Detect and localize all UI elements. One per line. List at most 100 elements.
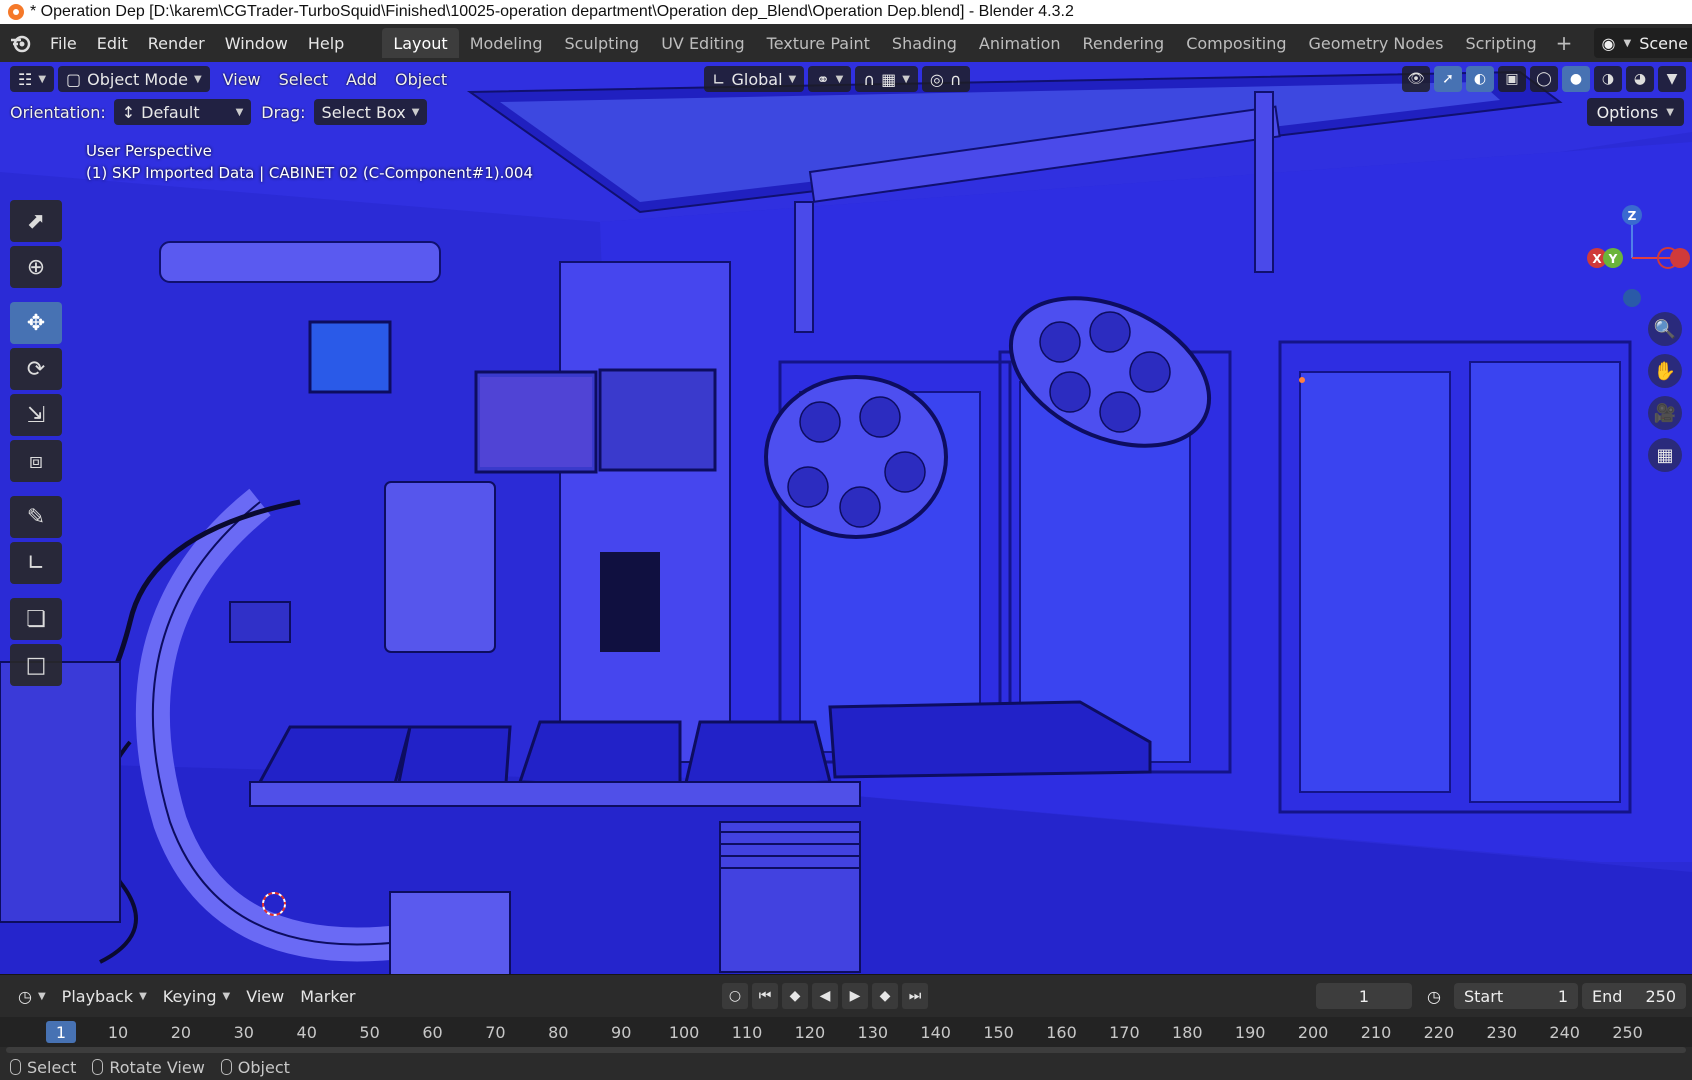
menu-object[interactable]: Object — [386, 66, 456, 92]
tab-sculpting[interactable]: Sculpting — [553, 28, 650, 58]
transform-orientation-selector[interactable]: ∟ Global ▼ — [704, 66, 805, 92]
scene-selector[interactable]: ◉ ▼ Scene — [1593, 28, 1692, 58]
start-label: Start — [1464, 986, 1504, 1006]
preview-range-clock-icon[interactable]: ◷ — [1420, 983, 1448, 1009]
cursor-tool-icon[interactable]: ⊕ — [10, 246, 62, 288]
tab-animation[interactable]: Animation — [968, 28, 1072, 58]
play-icon[interactable]: ▶ — [842, 983, 868, 1009]
tab-uv-editing[interactable]: UV Editing — [650, 28, 755, 58]
tab-texture-paint[interactable]: Texture Paint — [756, 28, 881, 58]
frame-tick-label: 240 — [1549, 1023, 1580, 1042]
jump-to-start-icon[interactable]: ⏮ — [752, 983, 778, 1009]
orientation-selector[interactable]: ↕ Default ▼ — [113, 99, 252, 125]
menu-add[interactable]: Add — [337, 66, 386, 92]
ortho-grid-icon[interactable]: ▦ — [1648, 438, 1682, 472]
menu-window[interactable]: Window — [215, 28, 298, 58]
timeline-editor: ◷ ▼ Playback ▼ Keying ▼ View Marker ○ ⏮ … — [0, 974, 1692, 1054]
3d-viewport[interactable]: ☷ ▼ ▢ Object Mode ▼ View Select Add Obje… — [0, 62, 1692, 974]
gizmo-x-axis-negative[interactable] — [1670, 248, 1690, 268]
visibility-eye-icon[interactable]: 👁 — [1402, 66, 1430, 92]
end-value: 250 — [1645, 986, 1676, 1006]
select-box-tool-icon[interactable]: ⬈ — [10, 200, 62, 242]
camera-view-icon[interactable]: 🎥 — [1648, 396, 1682, 430]
overlays-toggle-icon[interactable]: ◐ — [1466, 66, 1494, 92]
drag-value: Select Box — [321, 102, 406, 122]
menu-edit[interactable]: Edit — [87, 28, 138, 58]
tab-compositing[interactable]: Compositing — [1175, 28, 1297, 58]
tab-rendering[interactable]: Rendering — [1072, 28, 1176, 58]
chevron-down-icon: ▼ — [37, 990, 46, 1002]
gizmo-toggle-icon[interactable]: ➚ — [1434, 66, 1462, 92]
scale-tool-icon[interactable]: ⇲ — [10, 394, 62, 436]
timeline-editor-type-button[interactable]: ◷ ▼ — [10, 987, 54, 1006]
next-keyframe-icon[interactable]: ◆ — [872, 983, 898, 1009]
playback-controls: ○ ⏮ ◆ ◀ ▶ ◆ ⏭ — [722, 983, 928, 1009]
scene-label: Scene — [1639, 33, 1688, 53]
menu-view[interactable]: View — [214, 66, 270, 92]
snap-button[interactable]: ∩ ▦ ▼ — [855, 66, 918, 92]
gizmo-z-negative[interactable] — [1623, 289, 1641, 307]
material-preview-icon[interactable]: ◑ — [1594, 66, 1622, 92]
proportional-edit-button[interactable]: ◎ ∩ — [921, 66, 970, 92]
frame-tick-label: 200 — [1297, 1023, 1329, 1042]
navigation-gizmo[interactable]: Z Y X — [1582, 202, 1692, 312]
status-object-label: Object — [237, 1057, 290, 1077]
frame-tick-label: 250 — [1612, 1023, 1643, 1042]
shading-options-chevron-icon[interactable]: ▼ — [1658, 66, 1686, 92]
measure-tool-icon[interactable]: ∟ — [10, 542, 62, 584]
menu-help[interactable]: Help — [298, 28, 354, 58]
prev-keyframe-icon[interactable]: ◆ — [782, 983, 808, 1009]
annotate-tool-icon[interactable]: ✎ — [10, 496, 62, 538]
end-frame-field[interactable]: End 250 — [1582, 983, 1686, 1009]
play-reverse-icon[interactable]: ◀ — [812, 983, 838, 1009]
top-menubar: File Edit Render Window Help Layout Mode… — [0, 24, 1692, 62]
mode-selector[interactable]: ▢ Object Mode ▼ — [58, 66, 210, 92]
tab-modeling[interactable]: Modeling — [459, 28, 554, 58]
viewport-header: ☷ ▼ ▢ Object Mode ▼ View Select Add Obje… — [0, 62, 1692, 96]
move-tool-icon[interactable]: ✥ — [10, 302, 62, 344]
chevron-down-icon: ▼ — [835, 73, 844, 85]
zoom-icon[interactable]: 🔍 — [1648, 312, 1682, 346]
menu-playback[interactable]: Playback ▼ — [54, 987, 155, 1006]
chevron-down-icon: ▼ — [235, 106, 244, 118]
xray-toggle-icon[interactable]: ▣ — [1498, 66, 1526, 92]
add-cube-tool-icon[interactable]: ❏ — [10, 598, 62, 640]
add-workspace-icon[interactable]: + — [1548, 31, 1581, 55]
editor-type-button[interactable]: ☷ ▼ — [10, 66, 55, 92]
transform-tool-icon[interactable]: ⧈ — [10, 440, 62, 482]
menu-marker[interactable]: Marker — [292, 987, 363, 1006]
menu-timeline-view[interactable]: View — [238, 987, 292, 1006]
select-lasso-tool-icon[interactable]: □ — [10, 644, 62, 686]
end-label: End — [1592, 986, 1623, 1006]
timeline-scrollbar[interactable] — [6, 1047, 1686, 1053]
rotate-tool-icon[interactable]: ⟳ — [10, 348, 62, 390]
tab-scripting[interactable]: Scripting — [1454, 28, 1547, 58]
current-frame-field[interactable]: 1 — [1316, 983, 1412, 1009]
frame-tick-label: 50 — [359, 1023, 380, 1042]
auto-keying-icon[interactable]: ○ — [722, 983, 748, 1009]
status-rotate-label: Rotate View — [109, 1057, 205, 1077]
jump-to-end-icon[interactable]: ⏭ — [902, 983, 928, 1009]
menu-file[interactable]: File — [40, 28, 87, 58]
tab-layout[interactable]: Layout — [382, 28, 459, 58]
pan-hand-icon[interactable]: ✋ — [1648, 354, 1682, 388]
menu-keying[interactable]: Keying ▼ — [155, 987, 238, 1006]
window-title: * Operation Dep [D:\karem\CGTrader-Turbo… — [30, 3, 1074, 20]
menu-select[interactable]: Select — [270, 66, 337, 92]
pivot-point-button[interactable]: ⚭ ▼ — [808, 66, 852, 92]
wireframe-shading-icon[interactable]: ◯ — [1530, 66, 1558, 92]
options-button[interactable]: Options ▼ — [1586, 98, 1684, 126]
frame-tick-label: 100 — [668, 1023, 700, 1042]
drag-label: Drag: — [261, 102, 306, 122]
rendered-shading-icon[interactable]: ◕ — [1626, 66, 1654, 92]
mouse-right-icon — [220, 1059, 232, 1075]
start-frame-field[interactable]: Start 1 — [1454, 983, 1578, 1009]
tab-shading[interactable]: Shading — [881, 28, 968, 58]
blender-menu-icon[interactable] — [0, 24, 40, 62]
scene-render — [0, 62, 1692, 974]
solid-shading-icon[interactable]: ● — [1562, 66, 1590, 92]
tab-geometry-nodes[interactable]: Geometry Nodes — [1298, 28, 1455, 58]
frame-ruler[interactable]: 1 10 20 30 40 50 60 70 80 90 100 110 120 130 140 150 160… — [0, 1017, 1692, 1047]
menu-render[interactable]: Render — [138, 28, 215, 58]
drag-selector[interactable]: Select Box ▼ — [313, 99, 428, 125]
